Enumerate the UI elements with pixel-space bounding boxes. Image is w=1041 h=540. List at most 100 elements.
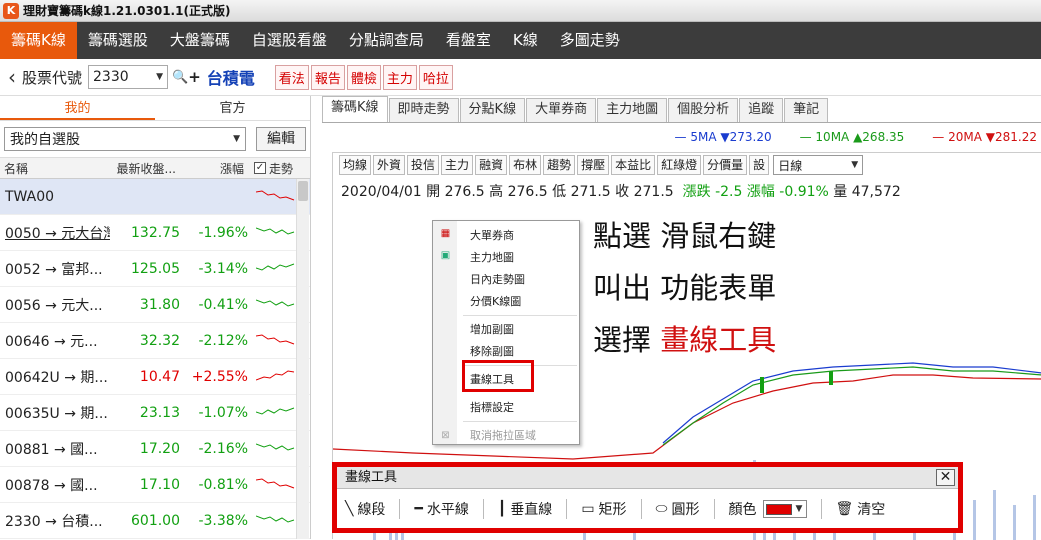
open-value: 276.5 — [444, 184, 485, 200]
indicator-button[interactable]: 紅綠燈 — [657, 155, 702, 175]
sparkline — [248, 294, 296, 316]
tab-track[interactable]: 追蹤 — [739, 98, 784, 122]
stock-code-label: 股票代號 — [22, 68, 83, 87]
watchlist-select-value: 我的自選股 — [10, 132, 80, 148]
tab-realtime[interactable]: 即時走勢 — [388, 98, 459, 122]
trend-checkbox[interactable]: ✓ — [254, 162, 266, 174]
indicator-button[interactable]: 融資 — [475, 155, 508, 175]
tab-big-broker[interactable]: 大單券商 — [526, 98, 597, 122]
ctx-big-broker[interactable]: 大單券商 — [470, 227, 514, 243]
ohlc-readout: 2020/04/01 開 276.5 高 276.5 低 271.5 收 271… — [341, 181, 901, 201]
major-button[interactable]: 主力 — [382, 64, 417, 90]
tab-stock-analysis[interactable]: 個股分析 — [668, 98, 739, 122]
line-segment-tool[interactable]: ╲ 線段 — [345, 499, 385, 519]
view-button[interactable]: 看法 — [274, 64, 309, 90]
stock-name-cell: 00646 → 元... — [5, 333, 98, 350]
ctx-indicator-settings[interactable]: 指標設定 — [470, 399, 514, 415]
menu-watchlist[interactable]: 自選股看盤 — [241, 22, 338, 59]
close-icon[interactable]: ✕ — [936, 469, 955, 486]
watchlist-panel: 我的 官方 我的自選股 ▼ 編輯 名稱 最新收盤... 漲幅 ✓ 走勢 TWA0… — [0, 96, 311, 539]
tab-branch-kline[interactable]: 分點K線 — [459, 98, 526, 122]
ctx-price-kline[interactable]: 分價K線圖 — [470, 293, 521, 309]
volume-bar — [973, 500, 976, 540]
clear-button[interactable]: 🗑 清空 — [836, 499, 886, 519]
list-item[interactable]: 00878 → 國... 17.10 -0.81% — [0, 467, 310, 503]
menu-kline[interactable]: K線 — [502, 22, 549, 59]
tab-major-map[interactable]: 主力地圖 — [597, 98, 668, 122]
menu-trading-room[interactable]: 看盤室 — [435, 22, 502, 59]
rectangle-tool[interactable]: ▭ 矩形 — [581, 499, 626, 519]
list-item[interactable]: TWA00 — [0, 179, 310, 215]
indicator-button[interactable]: 主力 — [441, 155, 474, 175]
chat-button[interactable]: 哈拉 — [418, 64, 453, 90]
horizontal-line-tool[interactable]: ━ 水平線 — [414, 499, 468, 519]
context-menu: ▦ ▣ ⊠ 大單券商 主力地圖 日內走勢圖 分價K線圖 增加副圖 移除副圖 畫線… — [432, 220, 580, 445]
report-button[interactable]: 報告 — [310, 64, 345, 90]
drawing-tool-row: ╲ 線段 ━ 水平線 ┃ 垂直線 ▭ 矩形 ⬭ 圓形 顏色 ▼ 🗑 清空 — [345, 499, 899, 519]
line-segment-icon: ╲ — [345, 501, 354, 517]
menu-chip-kline[interactable]: 籌碼K線 — [0, 22, 77, 59]
list-item[interactable]: 00646 → 元... 32.32 -2.12% — [0, 323, 310, 359]
ma20-legend: — 20MA ▼281.22 — [932, 130, 1037, 144]
watchlist-row: 我的自選股 ▼ 編輯 — [0, 121, 310, 157]
stock-change-cell: -1.96% — [198, 224, 248, 241]
menu-multi-chart[interactable]: 多圖走勢 — [549, 22, 631, 59]
ellipse-tool[interactable]: ⬭ 圓形 — [656, 499, 700, 519]
color-picker[interactable]: ▼ — [762, 500, 807, 518]
indicator-button[interactable]: 分價量 — [703, 155, 748, 175]
sparkline — [248, 330, 296, 352]
list-item[interactable]: 0052 → 富邦... 125.05 -3.14% — [0, 251, 310, 287]
edit-button[interactable]: 編輯 — [256, 127, 306, 151]
indicator-button[interactable]: 撐壓 — [577, 155, 610, 175]
menu-branch-survey[interactable]: 分點調查局 — [338, 22, 435, 59]
list-item[interactable]: 00642U → 期... 10.47 +2.55% — [0, 359, 310, 395]
ma10-line — [662, 366, 1041, 446]
ctx-major-map[interactable]: 主力地圖 — [470, 249, 514, 265]
horizontal-line-icon: ━ — [414, 501, 423, 517]
stock-code-input[interactable]: 2330 ▼ — [88, 65, 169, 89]
tab-mine[interactable]: 我的 — [0, 96, 155, 120]
list-item[interactable]: 00881 → 國... 17.20 -2.16% — [0, 431, 310, 467]
indicator-button[interactable]: 設 — [749, 155, 770, 175]
indicator-button[interactable]: 本益比 — [611, 155, 656, 175]
chg-label: 漲跌 — [682, 184, 711, 200]
tab-official[interactable]: 官方 — [155, 96, 310, 120]
indicator-button[interactable]: 投信 — [407, 155, 440, 175]
list-item[interactable]: 0050 → 元大台灣 132.75 -1.96% — [0, 215, 310, 251]
list-item[interactable]: 0056 → 元大... 31.80 -0.41% — [0, 287, 310, 323]
indicator-button[interactable]: 趨勢 — [543, 155, 576, 175]
watchlist-select[interactable]: 我的自選股 ▼ — [4, 127, 246, 151]
menu-chip-screener[interactable]: 籌碼選股 — [77, 22, 159, 59]
tab-chip-kline[interactable]: 籌碼K線 — [322, 96, 388, 122]
list-item[interactable]: 2330 → 台積... 601.00 -3.38% — [0, 503, 310, 539]
stock-change-cell: -3.14% — [198, 260, 248, 277]
header-name[interactable]: 名稱 — [0, 160, 110, 177]
indicator-button[interactable]: 外資 — [373, 155, 406, 175]
indicator-button[interactable]: 均線 — [339, 155, 372, 175]
list-scrollbar[interactable] — [296, 179, 309, 539]
vertical-line-tool[interactable]: ┃ 垂直線 — [498, 499, 552, 519]
stock-price-cell: 17.20 — [139, 440, 180, 457]
scrollbar-thumb[interactable] — [298, 181, 308, 201]
period-select[interactable]: 日線 ▼ — [773, 155, 864, 175]
list-item[interactable]: 00635U → 期... 23.13 -1.07% — [0, 395, 310, 431]
stock-name: 台積電 — [206, 69, 255, 88]
indicator-button[interactable]: 布林 — [509, 155, 542, 175]
checkup-button[interactable]: 體檢 — [346, 64, 381, 90]
ctx-remove-subchart[interactable]: 移除副圖 — [470, 343, 514, 359]
ma5-legend: — 5MA ▼273.20 — [674, 130, 772, 144]
window-title: 理財寶籌碼k線1.21.0301.1(正式版) — [23, 4, 231, 18]
menu-market-chips[interactable]: 大盤籌碼 — [159, 22, 241, 59]
header-change[interactable]: 漲幅 — [180, 160, 248, 177]
tool-separator — [640, 499, 642, 519]
header-price[interactable]: 最新收盤... — [110, 160, 180, 177]
candle-mark — [760, 377, 764, 393]
tab-notes[interactable]: 筆記 — [784, 98, 829, 122]
ctx-add-subchart[interactable]: 增加副圖 — [470, 321, 514, 337]
dropdown-caret-icon[interactable]: ▼ — [156, 72, 163, 82]
search-icon[interactable]: 🔍 — [172, 70, 188, 85]
stock-name-cell: TWA00 — [5, 188, 55, 205]
back-chevron-icon[interactable]: ‹ — [2, 65, 22, 89]
add-icon[interactable]: + — [188, 68, 201, 86]
ctx-intraday[interactable]: 日內走勢圖 — [470, 271, 525, 287]
